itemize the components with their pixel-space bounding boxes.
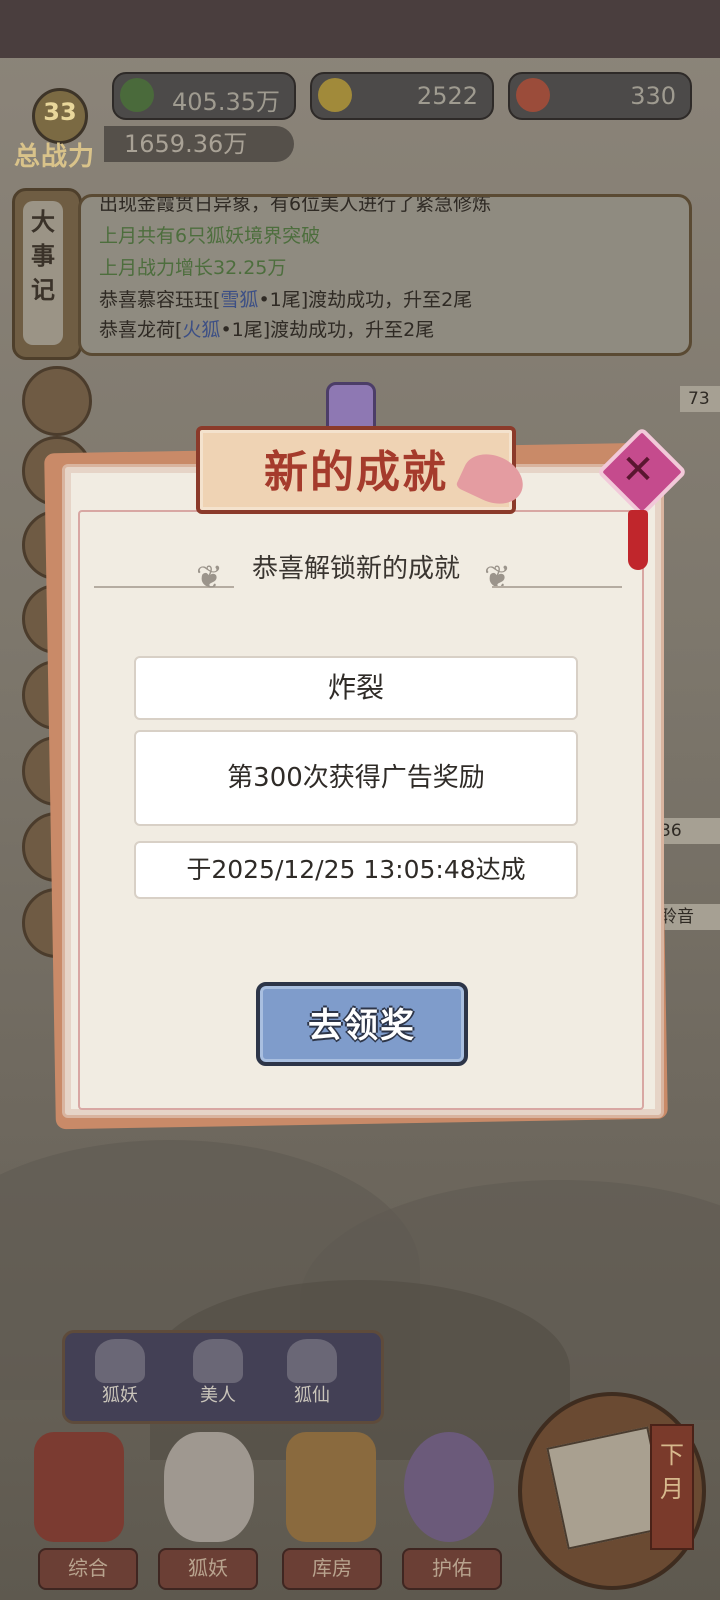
fox-immortal-icon (287, 1339, 337, 1383)
nav-protection[interactable]: 护佑 (402, 1548, 502, 1590)
map-tag: 73 (680, 386, 720, 412)
settings-gear-button[interactable] (22, 366, 92, 436)
jade-leaf-icon (120, 78, 154, 112)
resource-value: 2522 (416, 82, 478, 110)
power-badge[interactable]: 33 总战力 (10, 62, 106, 172)
nav-general[interactable]: 综合 (38, 1548, 138, 1590)
fox-type-fire: 火狐 (182, 319, 221, 341)
tab-beauty[interactable]: 美人 (183, 1381, 253, 1407)
event-log-panel[interactable]: 出现金霞贯日异象，有6位美人进行了紧急修炼 上月共有6只狐妖境界突破 上月战力增… (78, 194, 692, 356)
nav-storehouse[interactable]: 库房 (282, 1548, 382, 1590)
power-value: 1659.36万 (104, 126, 294, 162)
log-line: 恭喜慕容珏珏[雪狐•1尾]渡劫成功，升至2尾 (99, 285, 472, 312)
resource-value: 330 (630, 82, 676, 110)
resource-value: 405.35万 (172, 88, 280, 116)
tab-fox-immortal[interactable]: 狐仙 (277, 1381, 347, 1407)
event-log-tab-label: 大事记 (23, 201, 63, 345)
storehouse-icon (286, 1432, 376, 1542)
beauty-icon (193, 1339, 243, 1383)
gold-ingot-icon (318, 78, 352, 112)
resource-gold[interactable]: 2522 (310, 72, 494, 120)
resource-peach[interactable]: 330 (508, 72, 692, 120)
log-line: 出现金霞贯日异象，有6位美人进行了紧急修炼 (99, 194, 492, 215)
log-line: 恭喜龙荷[火狐•1尾]渡劫成功，升至2尾 (99, 315, 434, 342)
log-text: •1尾]渡劫成功，升至2尾 (220, 319, 435, 341)
modal-subtitle: 恭喜解锁新的成就 (251, 554, 460, 584)
category-tabs: 狐妖 美人 狐仙 (62, 1330, 384, 1424)
lotus-icon (404, 1432, 494, 1542)
peach-icon (516, 78, 550, 112)
close-icon[interactable]: ✕ (614, 448, 662, 492)
divider-right (492, 586, 622, 588)
gate-icon (34, 1432, 124, 1542)
log-text: •1尾]渡劫成功，升至2尾 (258, 289, 473, 311)
claim-reward-button[interactable]: 去领奖 (256, 982, 468, 1066)
next-month-button[interactable]: 下月 (650, 1424, 694, 1550)
cloud-swirl-icon: ❦ (484, 558, 511, 596)
fox-mask-icon (164, 1432, 254, 1542)
power-level: 33 (43, 98, 77, 126)
power-label: 总战力 (14, 142, 96, 172)
achievement-description: 第300次获得广告奖励 (134, 730, 578, 826)
log-line: 上月共有6只狐妖境界突破 (99, 225, 321, 247)
resource-jade[interactable]: 405.35万 (112, 72, 296, 120)
log-line: 上月战力增长32.25万 (99, 257, 287, 279)
fox-icon (95, 1339, 145, 1383)
log-text: 恭喜慕容珏珏[ (99, 289, 221, 311)
tassel-icon (628, 510, 648, 570)
achievement-date: 于2025/12/25 13:05:48达成 (134, 841, 578, 899)
achievement-name: 炸裂 (134, 656, 578, 720)
log-text: 恭喜龙荷[ (99, 319, 183, 341)
tab-fox[interactable]: 狐妖 (85, 1381, 155, 1407)
fox-type-snow: 雪狐 (220, 289, 259, 311)
status-bar (0, 0, 720, 58)
cloud-swirl-icon: ❦ (196, 558, 223, 596)
event-log-tab[interactable]: 大事记 (12, 188, 82, 360)
nav-fox[interactable]: 狐妖 (158, 1548, 258, 1590)
claim-reward-label: 去领奖 (308, 1006, 416, 1046)
